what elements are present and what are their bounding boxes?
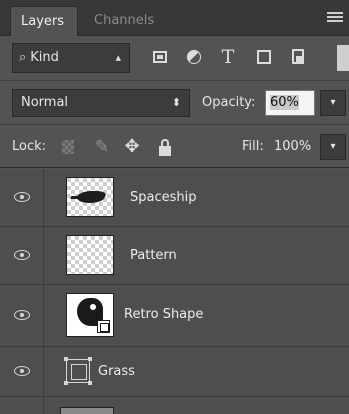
eye-icon	[14, 250, 30, 260]
layer-row-partial[interactable]	[0, 397, 349, 414]
opacity-value: 60%	[270, 95, 299, 110]
visibility-toggle[interactable]	[0, 347, 44, 396]
layer-row-spaceship[interactable]: Spaceship	[0, 169, 349, 227]
visibility-toggle[interactable]	[0, 227, 44, 284]
filter-kind-select[interactable]: ⌕ Kind ▴	[12, 43, 130, 73]
visibility-toggle[interactable]	[0, 169, 44, 226]
tab-layers[interactable]: Layers	[10, 6, 78, 36]
lock-all-icon[interactable]	[155, 137, 175, 157]
lock-label: Lock:	[12, 139, 47, 154]
shape-layer-filter-icon[interactable]	[254, 47, 274, 67]
select-arrows-icon: ▴	[115, 51, 121, 64]
pixel-layer-filter-icon[interactable]	[150, 47, 170, 67]
layer-row-retro-shape[interactable]: Retro Shape	[0, 285, 349, 347]
search-icon: ⌕	[19, 50, 27, 65]
spaceship-thumbnail-graphic	[74, 191, 108, 203]
vector-mask-icon	[97, 320, 110, 333]
layer-name: Pattern	[130, 248, 177, 263]
layer-row-grass[interactable]: Grass	[0, 347, 349, 397]
opacity-slider-button[interactable]: ▾	[320, 90, 346, 116]
adjustment-layer-filter-icon[interactable]	[184, 47, 204, 67]
lock-image-pixels-icon[interactable]: ✎	[92, 137, 112, 157]
smart-object-filter-icon[interactable]	[288, 47, 308, 67]
fill-input[interactable]: 100%	[272, 134, 316, 160]
lock-options-row: Lock: ✎ ✥ Fill: 100% ▾	[0, 124, 349, 168]
layer-thumbnail	[66, 235, 114, 275]
tab-channels[interactable]: Channels	[84, 6, 164, 36]
filter-kind-label: Kind	[30, 50, 59, 65]
layer-row-pattern[interactable]: Pattern	[0, 227, 349, 285]
blend-mode-select[interactable]: Normal ⬍	[12, 89, 190, 117]
layer-name: Grass	[98, 364, 135, 379]
blend-mode-value: Normal	[21, 95, 69, 110]
layer-filter-bar: ⌕ Kind ▴ T	[0, 37, 349, 79]
layer-thumbnail	[60, 407, 114, 414]
opacity-label: Opacity:	[202, 95, 256, 110]
layer-thumbnail	[66, 177, 114, 217]
visibility-toggle[interactable]	[0, 397, 44, 414]
type-layer-filter-icon[interactable]: T	[218, 47, 238, 67]
layer-name: Retro Shape	[124, 307, 204, 322]
eye-icon	[14, 366, 30, 376]
lock-transparent-pixels-icon[interactable]	[58, 137, 78, 157]
opacity-input[interactable]: 60%	[265, 90, 315, 116]
visibility-toggle[interactable]	[0, 285, 44, 346]
layer-thumbnail	[66, 293, 114, 337]
lock-position-icon[interactable]: ✥	[122, 137, 142, 157]
shape-layer-icon	[64, 357, 92, 385]
eye-icon	[14, 192, 30, 202]
panel-tab-bar: Layers Channels	[0, 0, 349, 36]
layers-list: Spaceship Pattern Retro Shape Grass	[0, 169, 349, 414]
filter-toggle-switch[interactable]	[337, 45, 349, 71]
panel-menu-icon[interactable]	[327, 10, 343, 24]
eye-icon	[14, 310, 30, 320]
fill-slider-button[interactable]: ▾	[320, 134, 346, 160]
layers-panel: Layers Channels ⌕ Kind ▴ T Normal ⬍ Opaci…	[0, 0, 349, 414]
select-arrows-icon: ⬍	[171, 96, 181, 109]
layer-name: Spaceship	[130, 190, 197, 205]
fill-label: Fill:	[242, 139, 264, 154]
blend-options-row: Normal ⬍ Opacity: 60% ▾	[0, 80, 349, 124]
